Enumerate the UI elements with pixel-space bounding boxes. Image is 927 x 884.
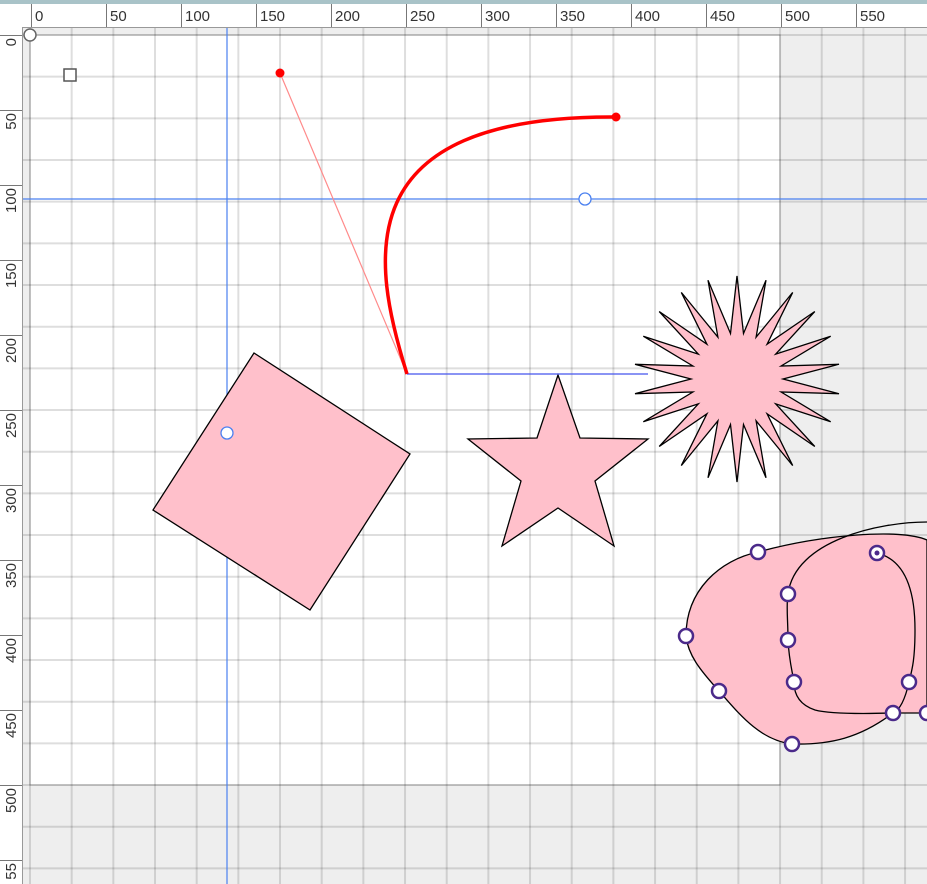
ruler-tick: 300	[0, 485, 22, 513]
guide-handle[interactable]	[578, 192, 592, 206]
ruler-label: 350	[560, 8, 586, 25]
ruler-tick: 150	[256, 4, 285, 27]
ruler-tick: 500	[781, 4, 810, 27]
ruler-tick: 300	[481, 4, 510, 27]
ruler-label: 0	[35, 8, 44, 25]
path-node-handle[interactable]	[710, 682, 728, 700]
ruler-tick: 350	[0, 560, 22, 588]
path-node-handle[interactable]	[749, 543, 767, 561]
ruler-label: 50	[110, 8, 127, 25]
ruler-label: 150	[3, 263, 20, 289]
ruler-tick: 500	[0, 785, 22, 813]
ruler-tick: 50	[0, 110, 22, 130]
origin-handle[interactable]	[23, 28, 37, 42]
ruler-tick: 400	[0, 635, 22, 663]
selected-node-dot	[874, 550, 880, 556]
ruler-tick: 200	[331, 4, 360, 27]
ruler-label: 100	[3, 188, 20, 214]
ruler-tick: 550	[856, 4, 885, 27]
path-node-handle[interactable]	[785, 673, 803, 691]
ruler-tick: 55	[0, 860, 22, 880]
ruler-tick: 450	[0, 710, 22, 738]
ruler-tick: 100	[0, 185, 22, 213]
path-node-handle[interactable]	[918, 704, 927, 722]
path-node-handle[interactable]	[677, 627, 695, 645]
ruler-tick: 250	[0, 410, 22, 438]
ruler-tick: 0	[31, 4, 43, 27]
ruler-label: 0	[3, 38, 20, 47]
ruler-label: 250	[410, 8, 436, 25]
drawing-canvas[interactable]	[23, 28, 927, 884]
path-node-handle[interactable]	[779, 585, 797, 603]
ruler-corner	[0, 4, 23, 28]
ruler-label: 250	[3, 413, 20, 439]
selection-handle[interactable]	[63, 68, 77, 82]
ruler-label: 400	[3, 638, 20, 664]
ruler-tick: 400	[631, 4, 660, 27]
ruler-label: 450	[710, 8, 736, 25]
ruler-tick: 450	[706, 4, 735, 27]
ruler-label: 550	[860, 8, 886, 25]
ruler-label: 55	[3, 863, 20, 880]
ruler-tick: 200	[0, 335, 22, 363]
ruler-label: 400	[635, 8, 661, 25]
curve-end-handle[interactable]	[611, 112, 621, 122]
ruler-label: 150	[260, 8, 286, 25]
ruler-tick: 350	[556, 4, 585, 27]
horizontal-ruler[interactable]: 0 50 100 150 200 250 300 350 400 450 500 550	[22, 4, 927, 28]
ruler-label: 500	[3, 788, 20, 814]
ruler-tick: 250	[406, 4, 435, 27]
control-point-handle[interactable]	[275, 68, 285, 78]
ruler-label: 300	[3, 488, 20, 514]
vertical-ruler[interactable]: 0 50 100 150 200 250 300 350 400 450 500 55	[0, 27, 23, 884]
path-node-handle[interactable]	[779, 631, 797, 649]
ruler-label: 300	[485, 8, 511, 25]
path-node-handle[interactable]	[783, 735, 801, 753]
ruler-label: 50	[3, 113, 20, 130]
ruler-label: 100	[185, 8, 211, 25]
ruler-tick: 100	[181, 4, 210, 27]
ruler-label: 350	[3, 563, 20, 589]
ruler-label: 200	[335, 8, 361, 25]
ruler-tick: 150	[0, 260, 22, 288]
ruler-label: 500	[785, 8, 811, 25]
path-node-handle[interactable]	[884, 704, 902, 722]
guide-handle[interactable]	[220, 426, 234, 440]
ruler-label: 450	[3, 713, 20, 739]
ruler-tick: 0	[0, 35, 22, 46]
ruler-tick: 50	[106, 4, 127, 27]
path-node-handle[interactable]	[900, 673, 918, 691]
ruler-label: 200	[3, 338, 20, 364]
